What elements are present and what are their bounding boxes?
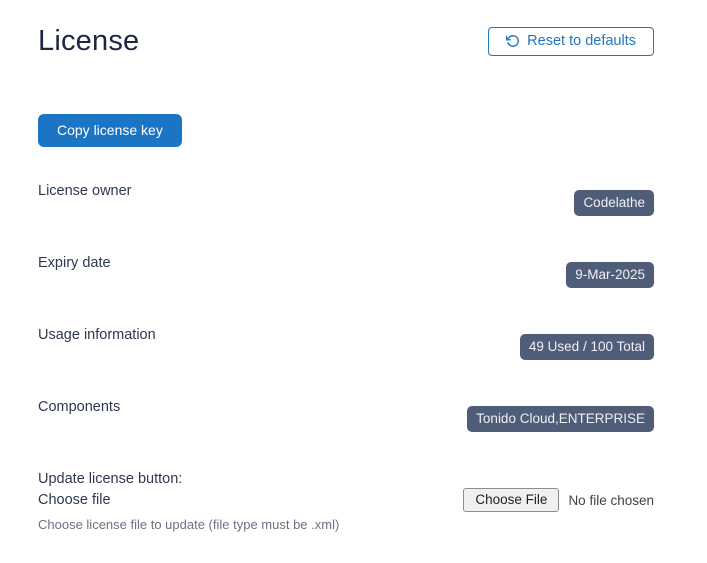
license-owner-row: License owner Codelathe <box>38 181 654 253</box>
expiry-date-row: Expiry date 9-Mar-2025 <box>38 253 654 325</box>
components-value-badge: Tonido Cloud,ENTERPRISE <box>467 406 654 432</box>
update-license-help-text: Choose license file to update (file type… <box>38 517 398 532</box>
license-settings-page: License Reset to defaults Copy license k… <box>0 24 707 541</box>
update-license-labels: Update license button: Choose file Choos… <box>38 469 398 532</box>
reset-button-label: Reset to defaults <box>527 33 636 49</box>
license-fields: License owner Codelathe Expiry date 9-Ma… <box>38 181 654 541</box>
components-row: Components Tonido Cloud,ENTERPRISE <box>38 397 654 469</box>
rotate-ccw-icon <box>506 34 520 48</box>
choose-file-button[interactable]: Choose File <box>463 488 559 512</box>
page-header: License Reset to defaults <box>38 24 654 58</box>
page-title: License <box>38 24 139 58</box>
update-license-row: Update license button: Choose file Choos… <box>38 469 654 541</box>
expiry-date-value-badge: 9-Mar-2025 <box>566 262 654 288</box>
license-owner-label: License owner <box>38 181 132 202</box>
expiry-date-label: Expiry date <box>38 253 111 274</box>
usage-information-label: Usage information <box>38 325 156 346</box>
license-owner-value-badge: Codelathe <box>574 190 654 216</box>
update-license-label: Update license button: Choose file <box>38 469 188 511</box>
usage-information-row: Usage information 49 Used / 100 Total <box>38 325 654 397</box>
components-label: Components <box>38 397 120 418</box>
reset-to-defaults-button[interactable]: Reset to defaults <box>488 27 654 56</box>
license-file-input[interactable]: Choose File No file chosen <box>463 488 654 512</box>
usage-information-value-badge: 49 Used / 100 Total <box>520 334 654 360</box>
copy-license-key-button[interactable]: Copy license key <box>38 114 182 147</box>
file-chosen-status: No file chosen <box>568 493 654 508</box>
